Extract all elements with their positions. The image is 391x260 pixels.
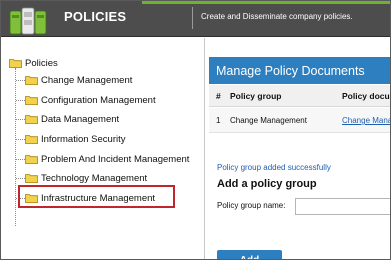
- row-policy-document-link[interactable]: Change Mana: [342, 116, 390, 125]
- tree-item-label: Configuration Management: [41, 94, 156, 106]
- folder-icon: [25, 76, 38, 85]
- policy-group-name-label: Policy group name:: [217, 201, 286, 210]
- app-window: POLICIES Create and Disseminate company …: [0, 0, 391, 260]
- folder-icon: [25, 96, 38, 105]
- tree-item-information-security[interactable]: Information Security: [25, 132, 125, 146]
- app-title: POLICIES: [64, 9, 127, 24]
- column-header-policy-document: Policy docu: [342, 91, 390, 101]
- filing-cabinet-icon: [9, 7, 47, 35]
- column-header-number: #: [216, 91, 221, 101]
- tree-item-label: Information Security: [41, 133, 126, 145]
- header-tagline: Create and Disseminate company policies.: [201, 12, 353, 21]
- success-message: Policy group added successfully: [217, 163, 331, 172]
- folder-icon: [9, 59, 22, 68]
- policy-group-name-input[interactable]: [295, 198, 390, 215]
- row-number: 1: [216, 116, 221, 125]
- panel-title-bar: Manage Policy Documents: [209, 57, 390, 84]
- folder-icon: [25, 135, 38, 144]
- tree-item-problem-incident-management[interactable]: Problem And Incident Management: [25, 152, 189, 166]
- folder-icon: [25, 115, 38, 124]
- row-policy-group: Change Management: [230, 116, 307, 125]
- panel-title: Manage Policy Documents: [216, 64, 365, 78]
- add-button[interactable]: Add: [217, 250, 282, 259]
- tree-item-label: Data Management: [41, 113, 120, 125]
- header-divider: [192, 7, 193, 29]
- tree-root-label: Policies: [25, 57, 58, 69]
- tree-root-policies[interactable]: Policies: [9, 56, 58, 70]
- header-accent-bar: [142, 1, 390, 4]
- tree-item-configuration-management[interactable]: Configuration Management: [25, 93, 156, 107]
- tree-item-label: Change Management: [41, 74, 133, 86]
- tree-item-data-management[interactable]: Data Management: [25, 112, 119, 126]
- policy-tree: Policies Change Management Configuration…: [1, 38, 205, 259]
- table-header: # Policy group Policy docu: [209, 85, 390, 107]
- manage-policy-panel: Manage Policy Documents # Policy group P…: [209, 57, 390, 259]
- table-row: 1 Change Management Change Mana: [209, 108, 390, 133]
- add-policy-group-title: Add a policy group: [217, 178, 317, 190]
- tree-connector: [15, 68, 16, 226]
- column-header-policy-group: Policy group: [230, 91, 282, 101]
- tree-item-change-management[interactable]: Change Management: [25, 73, 132, 87]
- tree-item-label: Problem And Incident Management: [41, 153, 190, 165]
- selection-highlight-box: [18, 185, 175, 208]
- folder-icon: [25, 174, 38, 183]
- folder-icon: [25, 155, 38, 164]
- tree-item-technology-management[interactable]: Technology Management: [25, 171, 147, 185]
- app-header: POLICIES Create and Disseminate company …: [1, 1, 390, 37]
- tree-item-label: Technology Management: [41, 172, 148, 184]
